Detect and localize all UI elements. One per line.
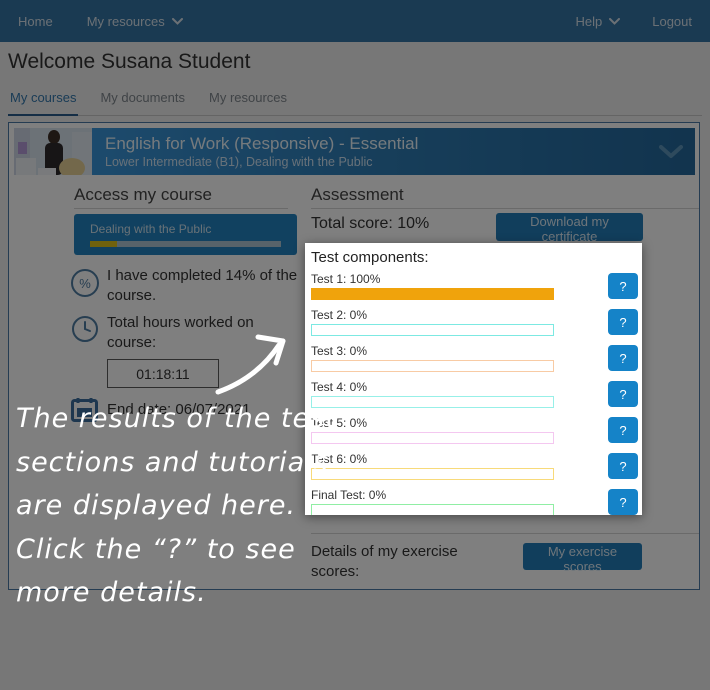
test-component-bar [311, 324, 554, 336]
test-component-bar [311, 396, 554, 408]
annotation-text: The results of the test sections and tut… [16, 399, 337, 617]
annotation-line: sections and tutorials [16, 443, 337, 487]
help-question-button[interactable]: ? [608, 309, 638, 335]
test-components-popup: Test components: Test 1: 100%?Test 2: 0%… [305, 243, 642, 515]
test-component-label: Test 2: 0% [311, 309, 556, 322]
help-question-button[interactable]: ? [608, 417, 638, 443]
test-component-row: Test 3: 0%? [311, 345, 642, 372]
test-component-row: Final Test: 0%? [311, 489, 642, 515]
help-question-button[interactable]: ? [608, 345, 638, 371]
test-component-row: Test 5: 0%? [311, 417, 642, 444]
test-components-title: Test components: [311, 249, 642, 266]
test-component-row: Test 4: 0%? [311, 381, 642, 408]
annotation-arrow-icon [205, 330, 297, 402]
annotation-line: Click the “?” to see [16, 530, 337, 574]
annotation-line: are displayed here. [16, 486, 337, 530]
test-component-bar [311, 360, 554, 372]
test-component-row: Test 2: 0%? [311, 309, 642, 336]
annotation-line: The results of the test [16, 399, 337, 443]
help-question-button[interactable]: ? [608, 453, 638, 479]
help-question-button[interactable]: ? [608, 273, 638, 299]
test-component-bar [311, 288, 554, 300]
annotation-line: more details. [16, 573, 337, 617]
test-component-label: Test 3: 0% [311, 345, 556, 358]
test-component-label: Test 6: 0% [311, 453, 556, 466]
help-question-button[interactable]: ? [608, 381, 638, 407]
help-question-button[interactable]: ? [608, 489, 638, 515]
test-component-row: Test 6: 0%? [311, 453, 642, 480]
test-component-label: Final Test: 0% [311, 489, 556, 502]
test-component-label: Test 4: 0% [311, 381, 556, 394]
test-component-label: Test 5: 0% [311, 417, 556, 430]
test-component-bar-fill [312, 289, 553, 299]
test-components-list: Test 1: 100%?Test 2: 0%?Test 3: 0%?Test … [311, 273, 642, 515]
app-window: Home My resources Help Logout Welcome Su… [0, 0, 710, 690]
test-component-label: Test 1: 100% [311, 273, 556, 286]
test-component-bar [311, 504, 554, 515]
test-component-row: Test 1: 100%? [311, 273, 642, 300]
test-component-bar [311, 468, 554, 480]
test-component-bar [311, 432, 554, 444]
